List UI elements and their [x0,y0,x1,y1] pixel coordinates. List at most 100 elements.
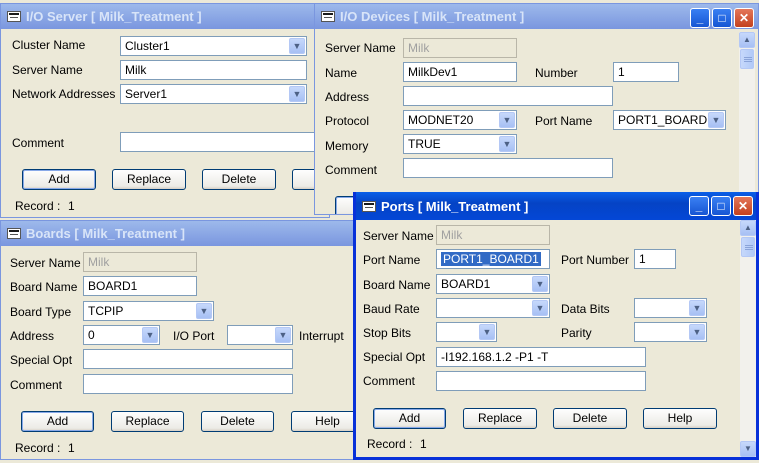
baud-rate-label: Baud Rate [363,302,420,316]
network-addresses-select[interactable]: Server1 ▼ [120,84,307,104]
add-button[interactable]: Add [22,169,96,190]
comment-label: Comment [325,163,378,177]
protocol-select[interactable]: MODNET20 ▼ [403,110,517,130]
window-icon [7,228,21,239]
window-controls: _ □ ✕ [690,8,754,28]
scroll-up-icon[interactable]: ▲ [740,220,756,236]
add-button[interactable]: Add [373,408,446,429]
replace-button[interactable]: Replace [463,408,537,429]
vertical-scrollbar[interactable]: ▲ ▼ [740,220,756,457]
window-icon [7,11,21,22]
protocol-label: Protocol [325,114,370,128]
port-name-select[interactable]: PORT1_BOARD1 ▼ [613,110,726,130]
stop-bits-select[interactable]: ▼ [436,322,497,342]
address-select[interactable]: 0 ▼ [83,325,160,345]
comment-input[interactable] [436,371,646,391]
chevron-down-icon[interactable]: ▼ [499,136,515,152]
port-name-value: PORT1_BOARD1 [618,113,714,127]
chevron-down-icon[interactable]: ▼ [289,86,305,102]
comment-input[interactable] [120,132,320,152]
chevron-down-icon[interactable]: ▼ [708,112,724,128]
board-name-value: BOARD1 [441,277,491,291]
port-number-label: Port Number [561,253,630,267]
add-button[interactable]: Add [21,411,94,432]
scroll-down-icon[interactable]: ▼ [740,441,756,457]
chevron-down-icon[interactable]: ▼ [479,324,495,340]
port-name-label: Port Name [363,253,421,267]
delete-button[interactable]: Delete [553,408,627,429]
server-name-input: Milk [83,252,197,272]
close-icon[interactable]: ✕ [734,8,754,28]
device-name-input[interactable]: MilkDev1 [403,62,517,82]
chevron-down-icon[interactable]: ▼ [142,327,158,343]
replace-button[interactable]: Replace [111,411,184,432]
scroll-thumb[interactable] [740,49,754,69]
ports-title: Ports [ Milk_Treatment ] [381,198,529,214]
record-label: Record : [15,199,61,213]
chevron-down-icon[interactable]: ▼ [689,324,705,340]
number-label: Number [535,66,578,80]
boards-window: Boards [ Milk_Treatment ] Server Name Mi… [0,220,365,460]
baud-rate-select[interactable]: ▼ [436,298,550,318]
special-opt-input[interactable] [83,349,293,369]
io-server-title: I/O Server [ Milk_Treatment ] [26,9,202,24]
comment-input[interactable] [403,158,613,178]
parity-select[interactable]: ▼ [634,322,707,342]
chevron-down-icon[interactable]: ▼ [196,303,212,319]
special-opt-input[interactable]: -I192.168.1.2 -P1 -T [436,347,646,367]
port-name-input[interactable]: PORT1_BOARD1 [436,249,550,269]
ports-window: Ports [ Milk_Treatment ] _ □ ✕ Server Na… [353,192,759,460]
chevron-down-icon[interactable]: ▼ [289,38,305,54]
address-value: 0 [88,328,95,342]
close-icon[interactable]: ✕ [733,196,753,216]
address-label: Address [325,90,370,104]
chevron-down-icon[interactable]: ▼ [532,300,548,316]
chevron-down-icon[interactable]: ▼ [689,300,705,316]
minimize-icon[interactable]: _ [690,8,710,28]
server-name-label: Server Name [325,41,396,55]
io-server-window: I/O Server [ Milk_Treatment ] Cluster Na… [0,3,330,218]
boards-titlebar[interactable]: Boards [ Milk_Treatment ] [1,221,364,246]
memory-select[interactable]: TRUE ▼ [403,134,517,154]
maximize-icon[interactable]: □ [712,8,732,28]
scroll-up-icon[interactable]: ▲ [739,32,755,48]
vertical-scrollbar[interactable]: ▲ [739,32,755,214]
board-type-select[interactable]: TCPIP ▼ [83,301,214,321]
board-name-input[interactable]: BOARD1 [83,276,197,296]
number-input[interactable]: 1 [613,62,679,82]
board-name-select[interactable]: BOARD1 ▼ [436,274,550,294]
network-addresses-value: Server1 [125,87,168,101]
maximize-icon[interactable]: □ [711,196,731,216]
memory-value: TRUE [408,137,441,151]
cluster-name-select[interactable]: Cluster1 ▼ [120,36,307,56]
replace-button[interactable]: Replace [112,169,186,190]
board-type-label: Board Type [10,305,72,319]
chevron-down-icon[interactable]: ▼ [275,327,291,343]
board-name-label: Board Name [363,278,431,292]
server-name-input[interactable]: Milk [120,60,307,80]
address-label: Address [10,329,55,343]
delete-button[interactable]: Delete [201,411,274,432]
board-type-value: TCPIP [88,304,124,318]
comment-input[interactable] [83,374,293,394]
chevron-down-icon[interactable]: ▼ [532,276,548,292]
comment-label: Comment [12,136,65,150]
data-bits-select[interactable]: ▼ [634,298,707,318]
memory-label: Memory [325,139,369,153]
chevron-down-icon[interactable]: ▼ [499,112,515,128]
window-icon [362,200,376,212]
io-port-label: I/O Port [173,329,215,343]
delete-button[interactable]: Delete [202,169,276,190]
record-value: 1 [68,441,75,455]
help-button[interactable]: Help [643,408,717,429]
comment-label: Comment [10,378,63,392]
cluster-name-label: Cluster Name [12,38,86,52]
server-name-label: Server Name [12,63,83,77]
port-number-input[interactable]: 1 [634,249,676,269]
scroll-thumb[interactable] [741,237,755,257]
address-input[interactable] [403,86,613,106]
io-port-select[interactable]: ▼ [227,325,293,345]
io-server-titlebar[interactable]: I/O Server [ Milk_Treatment ] [1,4,329,29]
window-controls: _ □ ✕ [689,196,753,216]
minimize-icon[interactable]: _ [689,196,709,216]
